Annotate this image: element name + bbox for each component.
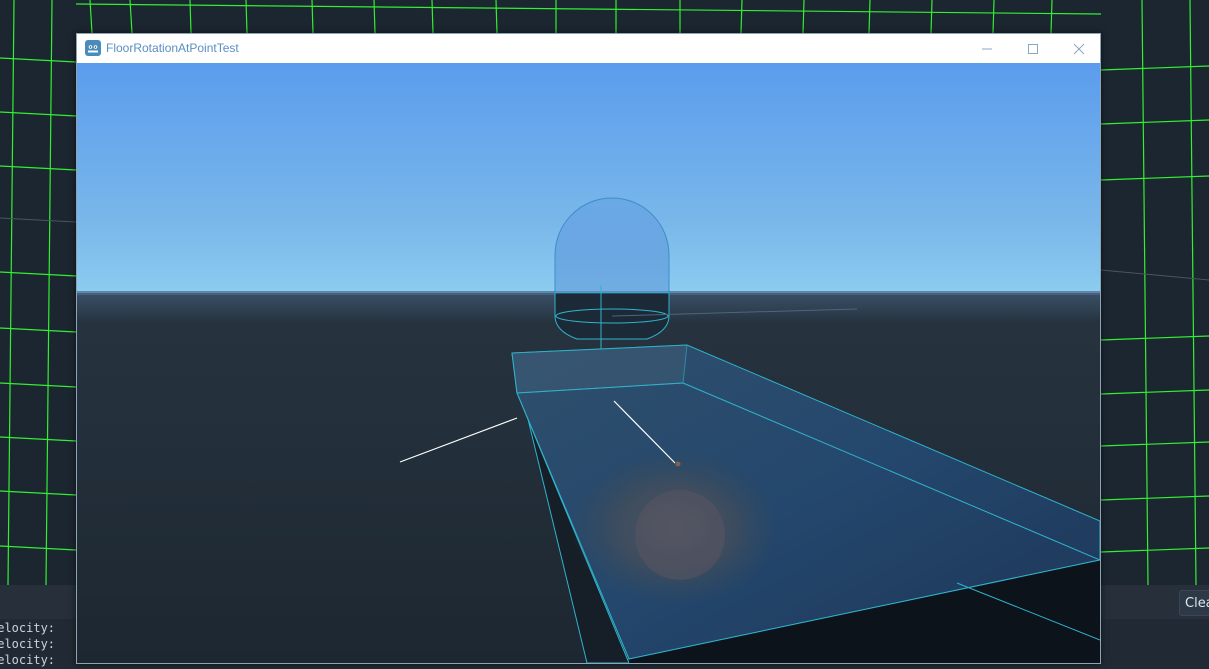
output-line: velocity: — [0, 637, 56, 651]
rotation-point-marker — [675, 461, 681, 467]
output-line: velocity: — [0, 653, 56, 667]
window-title: FloorRotationAtPointTest — [106, 41, 239, 55]
maximize-button[interactable] — [1010, 34, 1056, 63]
game-window: FloorRotationAtPointTest — [76, 33, 1101, 664]
godot-icon — [85, 40, 101, 56]
minimize-button[interactable] — [964, 34, 1010, 63]
clear-output-button[interactable]: Clear — [1179, 590, 1209, 616]
game-3d-viewport[interactable] — [77, 63, 1100, 663]
close-icon — [1073, 43, 1085, 54]
minimize-icon — [982, 48, 992, 49]
close-button[interactable] — [1056, 34, 1100, 63]
window-titlebar[interactable]: FloorRotationAtPointTest — [77, 34, 1100, 63]
output-line: velocity: — [0, 621, 56, 635]
maximize-icon — [1028, 43, 1038, 54]
